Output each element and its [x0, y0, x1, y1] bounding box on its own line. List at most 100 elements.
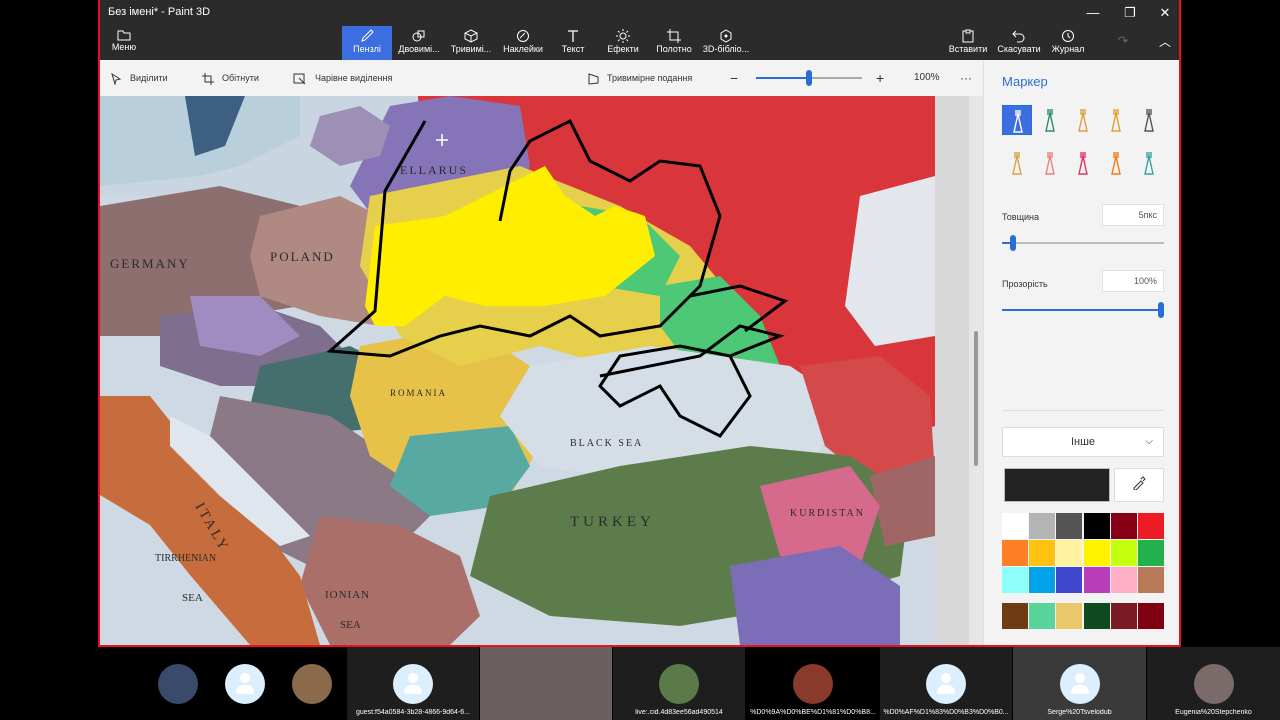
fill-icon[interactable] — [1134, 148, 1164, 178]
tab-3d-shapes[interactable]: Тривимі... — [446, 26, 496, 60]
palette-swatch[interactable] — [1002, 567, 1028, 593]
custom-color-swatch[interactable] — [1083, 603, 1110, 629]
default-avatar-icon — [393, 664, 433, 704]
opacity-slider[interactable] — [1002, 302, 1164, 318]
palette-swatch[interactable] — [1029, 540, 1056, 566]
oil-brush-icon[interactable] — [1068, 105, 1098, 135]
crayon-icon[interactable] — [1068, 148, 1098, 178]
3d-view-toggle[interactable]: Тривимірне подання — [587, 60, 692, 96]
participant-tile[interactable]: live:.cid.4d83ee56ad490514 — [613, 647, 745, 720]
custom-color-swatch[interactable] — [1110, 603, 1137, 629]
tab-3d-library[interactable]: 3D-бібліо... — [700, 26, 752, 60]
select-tool[interactable]: Виділити — [110, 60, 168, 96]
palette-swatch[interactable] — [1029, 567, 1056, 593]
opacity-thumb[interactable] — [1158, 302, 1164, 318]
participant-tile[interactable] — [279, 647, 345, 720]
participant-tile[interactable]: %D0%AF%D1%83%D0%B3%D0%B0... — [880, 647, 1012, 720]
participant-tile[interactable]: Serge%20Tsvelodub — [1013, 647, 1146, 720]
palette-swatch[interactable] — [1056, 540, 1083, 566]
palette-swatch[interactable] — [1110, 567, 1137, 593]
watercolor-icon[interactable] — [1101, 105, 1131, 135]
tab-label: Полотно — [656, 44, 692, 54]
zoom-in-button[interactable]: + — [876, 60, 884, 96]
palette-swatch[interactable] — [1138, 513, 1164, 539]
history-icon — [1062, 30, 1074, 42]
map-canvas[interactable]: GERMANY POLAND ELLARUS TURKEY BLACK SEA … — [100, 96, 935, 645]
color-mode-dropdown[interactable]: Інше ⌵ — [1002, 427, 1164, 457]
participant-tile[interactable] — [480, 647, 612, 720]
participant-tile[interactable]: guest:f54a0584-3b28-4866-9d64-6... — [347, 647, 479, 720]
custom-color-swatch[interactable] — [1138, 603, 1164, 629]
palette-swatch[interactable] — [1138, 567, 1164, 593]
custom-color-swatch[interactable] — [1002, 603, 1028, 629]
tab-2d-shapes[interactable]: Двовимі... — [394, 26, 444, 60]
custom-color-swatch[interactable] — [1029, 603, 1056, 629]
scroll-thumb[interactable] — [974, 331, 978, 466]
thickness-thumb[interactable] — [1010, 235, 1017, 251]
text-icon — [568, 30, 578, 42]
pencil-icon[interactable] — [1002, 148, 1032, 178]
participant-tile[interactable]: %D0%9A%D0%BE%D1%81%D0%B8... — [747, 647, 879, 720]
minimize-button[interactable]: — — [1075, 0, 1111, 26]
undo-label: Скасувати — [997, 44, 1041, 54]
tab-stickers[interactable]: Наклейки — [498, 26, 548, 60]
menu-button[interactable]: Меню — [104, 26, 144, 60]
history-button[interactable]: Журнал — [1048, 26, 1088, 60]
clipboard-icon — [962, 29, 974, 43]
magic-select-label: Чарівне виділення — [315, 73, 393, 83]
crop-tool[interactable]: Обітнути — [202, 60, 259, 96]
zoom-out-button[interactable]: − — [730, 60, 738, 96]
vertical-scrollbar[interactable] — [969, 96, 983, 645]
eraser-icon[interactable] — [1035, 148, 1065, 178]
thickness-slider[interactable] — [1002, 235, 1164, 251]
palette-swatch[interactable] — [1056, 513, 1083, 539]
more-options-icon[interactable]: ··· — [960, 60, 972, 96]
tab-brushes[interactable]: Пензлі — [342, 26, 392, 60]
participant-tile[interactable]: Eugenia%20Stepchenko — [1147, 647, 1280, 720]
tab-canvas[interactable]: Полотно — [649, 26, 699, 60]
palette-swatch[interactable] — [1056, 567, 1083, 593]
3d-view-label: Тривимірне подання — [607, 73, 693, 83]
tab-label: Текст — [561, 44, 585, 54]
tab-effects[interactable]: Ефекти — [598, 26, 648, 60]
spray-can-icon[interactable] — [1101, 148, 1131, 178]
magic-select-tool[interactable]: Чарівне виділення — [293, 60, 392, 96]
collapse-ribbon-icon[interactable]: ︿ — [1154, 26, 1176, 60]
custom-color-swatch[interactable] — [1056, 603, 1083, 629]
participant-tile[interactable] — [145, 647, 211, 720]
opacity-input[interactable]: 100% — [1102, 270, 1164, 292]
map-label: GERMANY — [110, 256, 190, 271]
palette-swatch[interactable] — [1029, 513, 1056, 539]
palette-swatch[interactable] — [1002, 513, 1028, 539]
eyedropper-button[interactable] — [1114, 468, 1164, 502]
palette-swatch[interactable] — [1110, 513, 1137, 539]
canvas-area[interactable]: GERMANY POLAND ELLARUS TURKEY BLACK SEA … — [100, 96, 983, 645]
current-color-swatch[interactable] — [1004, 468, 1110, 502]
map-label: IONIAN — [325, 589, 370, 601]
marker-icon[interactable] — [1002, 105, 1032, 135]
maximize-button[interactable]: ❐ — [1112, 0, 1148, 26]
pixel-pen-icon[interactable] — [1134, 105, 1164, 135]
palette-swatch[interactable] — [1138, 540, 1164, 566]
opacity-fill — [1002, 309, 1164, 311]
zoom-thumb[interactable] — [806, 70, 812, 86]
paste-button[interactable]: Вставити — [946, 26, 990, 60]
palette-swatch[interactable] — [1083, 513, 1110, 539]
thickness-input[interactable]: 5пкс — [1102, 204, 1164, 226]
calligraphy-pen-icon[interactable] — [1035, 105, 1065, 135]
undo-button[interactable]: Скасувати — [996, 26, 1042, 60]
map-label: POLAND — [270, 249, 335, 264]
palette-swatch[interactable] — [1110, 540, 1137, 566]
zoom-slider[interactable] — [756, 60, 862, 96]
close-button[interactable]: ✕ — [1147, 0, 1179, 26]
tab-text[interactable]: Текст — [548, 26, 598, 60]
sticker-icon — [517, 30, 529, 42]
palette-swatch[interactable] — [1083, 567, 1110, 593]
cursor-icon — [111, 72, 122, 86]
participant-tile[interactable] — [212, 647, 278, 720]
redo-icon[interactable]: ↷ — [1112, 26, 1134, 60]
opacity-label: Прозорість — [1002, 279, 1048, 289]
palette-swatch[interactable] — [1083, 540, 1110, 566]
palette-swatch[interactable] — [1002, 540, 1028, 566]
undo-icon — [1012, 30, 1025, 43]
